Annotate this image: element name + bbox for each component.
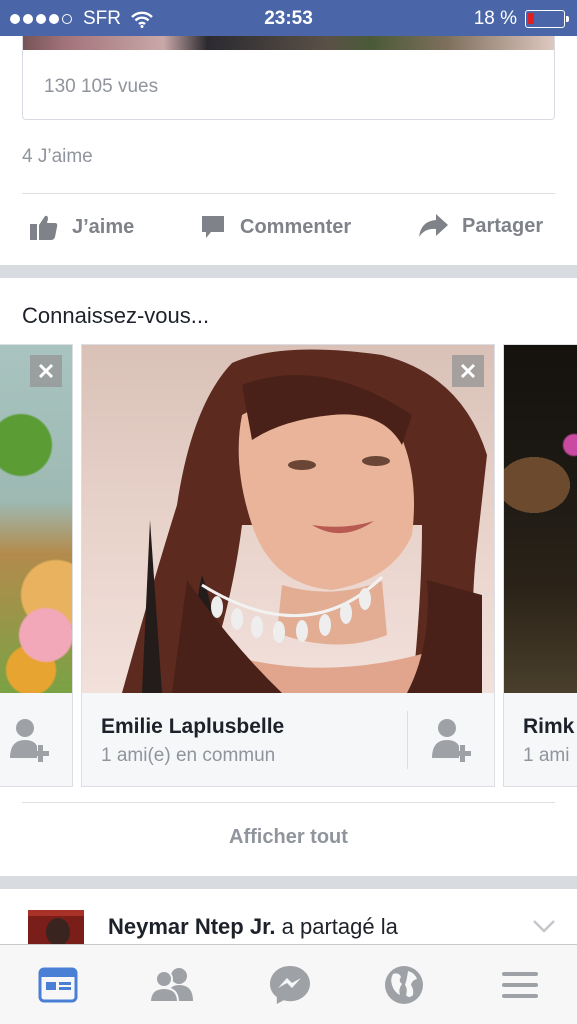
mutual-friends[interactable]: 1 ami [523,745,569,767]
avatar-image [28,910,84,944]
dismiss-suggestion-button[interactable] [30,355,62,387]
mutual-friends[interactable]: 1 ami(e) en commun [101,745,275,767]
comment-icon [202,216,224,238]
like-count[interactable]: 4 J’aime [22,146,93,168]
pymk-carousel[interactable]: Emilie Laplusbelle 1 ami(e) en commun Ri… [0,344,577,788]
pymk-card: Rimk 1 ami [503,344,577,787]
suggestion-name[interactable]: Emilie Laplusbelle [101,715,284,739]
news-feed-icon [38,967,78,1003]
story-author-name[interactable]: Neymar Ntep Jr. [108,914,276,939]
comment-button[interactable]: Commenter [200,214,351,240]
menu-icon [502,972,538,998]
like-button[interactable]: J’aime [30,214,134,240]
card-footer [0,693,72,786]
see-all-link[interactable]: Afficher tout [0,826,577,849]
friends-icon [149,968,193,1003]
pymk-card [0,344,73,787]
chevron-down-icon[interactable] [532,918,556,934]
battery-level [528,13,534,24]
globe-icon [385,966,423,1004]
like-label: J’aime [72,215,135,238]
bottom-tab-bar [0,944,577,1024]
card-footer: Rimk 1 ami [504,693,577,786]
profile-photo[interactable] [0,345,72,693]
tab-friends[interactable] [148,963,196,1007]
battery-percent: 18 % [473,8,517,29]
pymk-card: Emilie Laplusbelle 1 ami(e) en commun [81,344,495,787]
section-separator [0,876,577,889]
profile-photo-illustration [122,349,487,693]
messenger-icon [270,966,310,1004]
add-friend-button[interactable] [8,717,54,763]
close-icon [38,363,54,379]
video-attachment[interactable]: 130 105 vues [22,36,555,120]
share-button[interactable]: Partager [418,214,543,238]
status-right: 18 % [473,8,569,30]
story-author-avatar[interactable] [28,910,84,944]
thumbs-up-icon [30,215,58,240]
post-actions: J’aime Commenter Partager [0,200,577,260]
dismiss-suggestion-button[interactable] [452,355,484,387]
close-icon [460,363,476,379]
share-arrow-icon [419,214,448,237]
suggestion-name[interactable]: Rimk [523,715,574,739]
tab-notifications[interactable] [380,963,428,1007]
divider [22,193,555,194]
share-label: Partager [462,214,544,237]
divider [22,802,555,803]
tab-news-feed[interactable] [34,963,82,1007]
status-bar: SFR 23:53 18 % [0,0,577,36]
divider [407,711,408,769]
add-friend-icon [432,719,471,762]
story-action-text: a partagé la [275,914,398,939]
add-friend-button[interactable] [430,717,476,763]
tab-messenger[interactable] [266,963,314,1007]
view-count: 130 105 vues [44,76,159,97]
battery-icon [525,10,569,28]
section-separator [0,265,577,278]
add-friend-icon [10,719,49,762]
comment-label: Commenter [240,215,352,238]
pymk-title: Connaissez-vous... [22,303,210,328]
tab-more[interactable] [496,963,544,1007]
video-thumbnail[interactable] [23,36,554,50]
story-header: Neymar Ntep Jr. a partagé la [108,914,398,940]
profile-photo[interactable] [504,345,577,693]
card-footer: Emilie Laplusbelle 1 ami(e) en commun [82,693,494,786]
profile-photo[interactable] [82,345,494,693]
